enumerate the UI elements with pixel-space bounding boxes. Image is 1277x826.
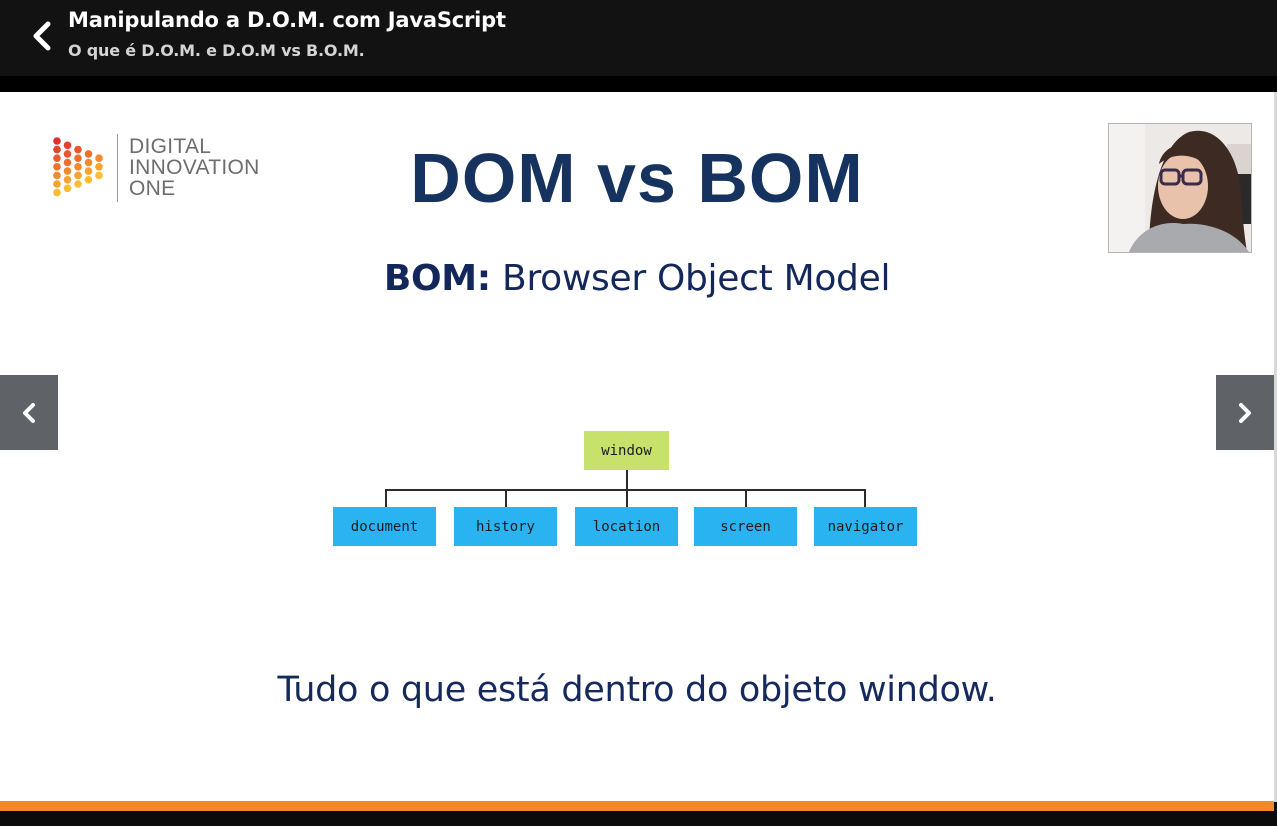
diagram-node-history: history: [454, 507, 557, 546]
connector-document: [385, 489, 387, 507]
diagram-node-screen: screen: [694, 507, 797, 546]
diagram-node-label: window: [601, 442, 652, 459]
next-slide-button[interactable]: [1216, 375, 1274, 450]
connector-location: [626, 489, 628, 507]
slide-heading: DOM vs BOM: [410, 139, 864, 217]
connector-screen: [745, 489, 747, 507]
lesson-header: Manipulando a D.O.M. com JavaScript O qu…: [0, 0, 1277, 76]
diagram-node-window: window: [584, 431, 669, 470]
subheading-term: BOM:: [383, 258, 491, 299]
video-slide[interactable]: DIGITAL INNOVATION ONE DOM vs BOM BOM: B…: [0, 92, 1274, 802]
diagram-node-navigator: navigator: [814, 507, 917, 546]
subheading-definition: Browser Object Model: [490, 258, 891, 299]
instructor-webcam: [1108, 123, 1252, 253]
diagram-node-location: location: [575, 507, 678, 546]
instructor-avatar-icon: [1109, 124, 1251, 252]
slide-caption: Tudo o que está dentro do objeto window.: [277, 670, 997, 710]
chevron-left-icon: [23, 402, 35, 423]
lesson-title: O que é D.O.M. e D.O.M vs B.O.M.: [68, 41, 365, 60]
diagram-node-document: document: [333, 507, 436, 546]
connector-root: [626, 470, 628, 490]
diagram-node-label: document: [350, 518, 419, 535]
chevron-right-icon: [1239, 402, 1251, 423]
player-bottom-bar: [0, 811, 1277, 826]
connector-history: [505, 489, 507, 507]
connector-navigator: [864, 489, 866, 507]
video-progress-bar[interactable]: [0, 801, 1274, 811]
chevron-left-icon: [33, 21, 51, 51]
diagram-node-label: history: [475, 518, 535, 535]
bom-tree-diagram: window document history location screen …: [320, 422, 940, 562]
back-button[interactable]: [22, 16, 62, 56]
diagram-node-label: screen: [720, 518, 771, 535]
diagram-node-label: location: [592, 518, 661, 535]
header-divider: [0, 76, 1277, 92]
course-title: Manipulando a D.O.M. com JavaScript: [68, 8, 506, 32]
previous-slide-button[interactable]: [0, 375, 58, 450]
diagram-node-label: navigator: [827, 518, 904, 535]
slide-subheading: BOM: Browser Object Model: [0, 258, 1274, 299]
